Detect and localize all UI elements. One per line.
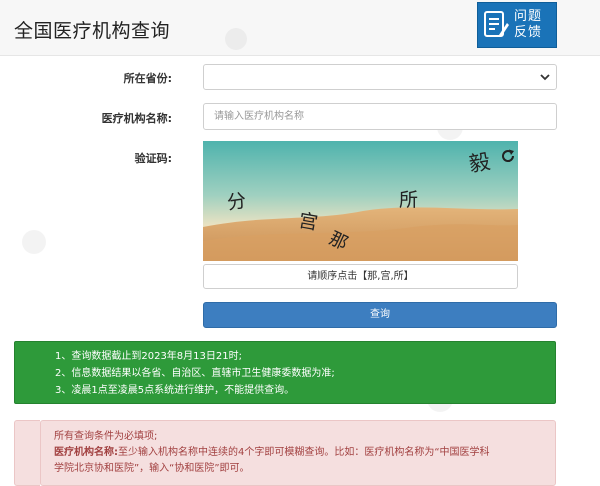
name-label: 医疗机构名称: — [101, 112, 172, 125]
captcha-char[interactable]: 分 — [225, 186, 248, 215]
tips-gutter — [14, 420, 40, 486]
institution-name-input[interactable]: 请输入医疗机构名称 — [203, 103, 557, 130]
captcha-image[interactable]: 分 宫 那 所 毅 — [203, 141, 518, 261]
watermark-circle — [22, 230, 46, 254]
notice-line: 1、查询数据截止到2023年8月13日21时; — [55, 351, 242, 362]
captcha-hint: 请顺序点击【那,宫,所】 — [203, 264, 518, 289]
query-button[interactable]: 查询 — [203, 302, 557, 328]
tips-line: 所有查询条件为必填项; — [54, 431, 158, 442]
captcha-label: 验证码: — [134, 152, 172, 165]
notice-box: 1、查询数据截止到2023年8月13日21时; 2、信息数据结果以各省、自治区、… — [14, 341, 556, 404]
captcha-char[interactable]: 所 — [399, 185, 418, 212]
refresh-icon[interactable] — [500, 148, 516, 164]
feedback-button[interactable]: 问题 反馈 — [477, 2, 557, 48]
feedback-label-1: 问题 — [514, 9, 543, 24]
feedback-icon — [484, 11, 509, 37]
tips-line: 至少输入机构名称中连续的4个字即可模糊查询。比如：医疗机构名称为“中国医学科 — [118, 447, 490, 458]
notice-line: 3、凌晨1点至凌晨5点系统进行维护，不能提供查询。 — [55, 385, 295, 396]
notice-line: 2、信息数据结果以各省、自治区、直辖市卫生健康委数据为准; — [55, 368, 335, 379]
chevron-down-icon — [540, 74, 550, 81]
watermark-circle — [225, 28, 247, 50]
province-label: 所在省份: — [123, 72, 172, 85]
province-select[interactable] — [203, 64, 557, 90]
feedback-label-2: 反馈 — [514, 25, 543, 40]
tips-line: 学院北京协和医院”，输入“协和医院”即可。 — [54, 463, 250, 474]
tips-box: 所有查询条件为必填项; 医疗机构名称:至少输入机构名称中连续的4个字即可模糊查询… — [40, 420, 556, 486]
tips-name-label: 医疗机构名称: — [54, 447, 118, 458]
page-title: 全国医疗机构查询 — [14, 20, 171, 42]
